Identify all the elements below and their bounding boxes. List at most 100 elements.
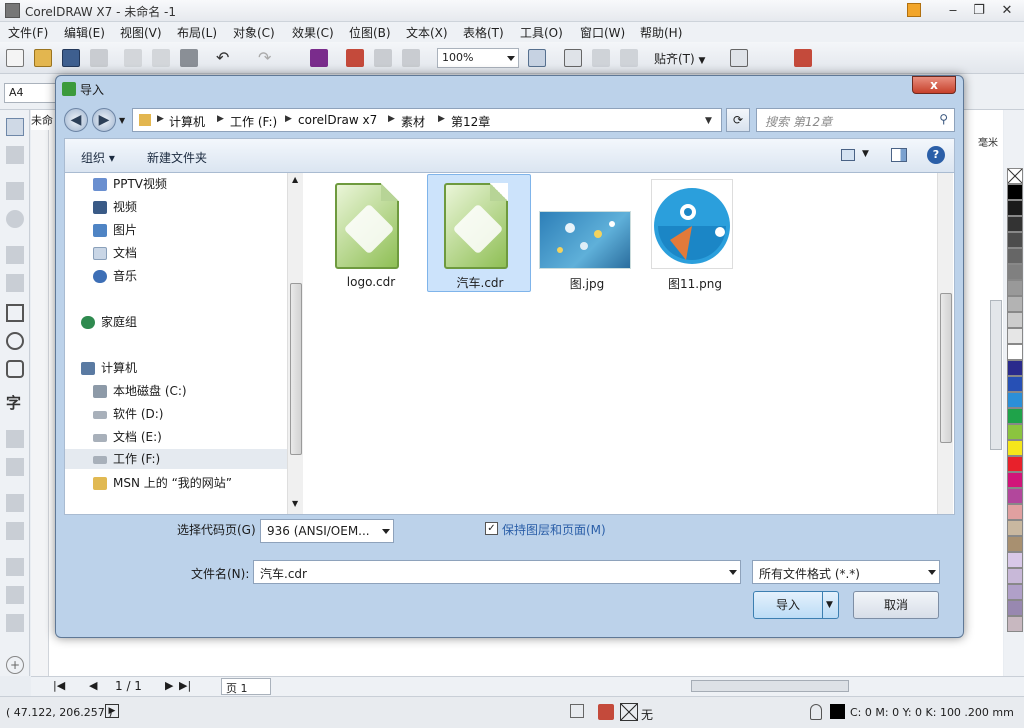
scroll-down-icon[interactable]: ▼	[292, 499, 298, 508]
nav-item-pictures[interactable]: 图片	[93, 220, 137, 240]
page-size-select[interactable]: A4	[4, 83, 56, 103]
navigation-scrollbar[interactable]: ▲ ▼	[287, 173, 303, 514]
color-swatch[interactable]	[1007, 568, 1023, 584]
color-swatch[interactable]	[1007, 280, 1023, 296]
color-swatch[interactable]	[1007, 264, 1023, 280]
breadcrumb-coreldraw-x7[interactable]: corelDraw x7	[298, 113, 377, 127]
address-bar[interactable]: ▶ 计算机 ▶ 工作 (F:) ▶ corelDraw x7 ▶ 素材 ▶ 第1…	[132, 108, 722, 132]
print-icon[interactable]	[90, 49, 108, 67]
cancel-button[interactable]: 取消	[853, 591, 939, 619]
import-options-dropdown-icon[interactable]: ▼	[826, 592, 833, 618]
color-eyedropper-tool-icon[interactable]	[6, 558, 24, 576]
redo-icon[interactable]: ↷	[258, 49, 276, 67]
page-tab[interactable]: 页 1	[221, 678, 271, 695]
nav-item-documents[interactable]: 文档	[93, 243, 137, 263]
updates-icon[interactable]	[907, 3, 921, 17]
recent-locations-icon[interactable]: ▼	[119, 116, 125, 125]
zoom-level-select[interactable]: 100%	[437, 48, 519, 68]
new-folder-button[interactable]: 新建文件夹	[147, 149, 207, 166]
chevron-down-icon[interactable]	[729, 570, 737, 575]
paste-icon[interactable]	[180, 49, 198, 67]
pick-tool-icon[interactable]	[6, 118, 24, 136]
scrollbar-thumb[interactable]	[940, 293, 952, 443]
vertical-ruler[interactable]	[31, 130, 49, 676]
color-swatch[interactable]	[1007, 296, 1023, 312]
keep-layers-checkbox[interactable]: ✓	[485, 522, 498, 535]
breadcrumb-materials[interactable]: 素材	[401, 113, 425, 130]
menu-tools[interactable]: 工具(O)	[520, 24, 563, 41]
rectangle-tool-icon[interactable]	[6, 304, 24, 322]
grid-icon[interactable]	[592, 49, 610, 67]
color-swatch[interactable]	[1007, 504, 1023, 520]
menu-edit[interactable]: 编辑(E)	[64, 24, 105, 41]
file-item[interactable]: 图.jpg	[535, 179, 639, 295]
document-tab[interactable]: 未命	[31, 112, 55, 130]
file-list-scrollbar[interactable]	[937, 173, 953, 514]
publish-pdf-icon[interactable]	[402, 49, 420, 67]
menu-help[interactable]: 帮助(H)	[640, 24, 682, 41]
connector-tool-icon[interactable]	[6, 458, 24, 476]
nav-item-drive-f[interactable]: 工作 (F:)	[65, 449, 287, 469]
menu-window[interactable]: 窗口(W)	[580, 24, 625, 41]
color-swatch[interactable]	[1007, 488, 1023, 504]
file-item-selected[interactable]: 汽车.cdr	[427, 174, 531, 292]
scrollbar-thumb[interactable]	[290, 283, 302, 455]
breadcrumb-computer[interactable]: 计算机	[169, 113, 205, 130]
snap-to-menu[interactable]: 贴齐(T) ▼	[654, 50, 705, 67]
file-type-select[interactable]: 所有文件格式 (*.*)	[752, 560, 940, 584]
drop-shadow-tool-icon[interactable]	[6, 494, 24, 512]
color-swatch[interactable]	[1007, 536, 1023, 552]
organize-button[interactable]: 组织 ▾	[81, 149, 115, 166]
filename-input[interactable]: 汽车.cdr	[253, 560, 741, 584]
color-swatch[interactable]	[1007, 552, 1023, 568]
dialog-close-button[interactable]: x	[912, 76, 956, 94]
color-swatch[interactable]	[1007, 424, 1023, 440]
color-swatch[interactable]	[1007, 456, 1023, 472]
color-swatch[interactable]	[1007, 248, 1023, 264]
menu-text[interactable]: 文本(X)	[406, 24, 448, 41]
next-page-icon[interactable]: ▶	[165, 679, 173, 692]
crop-tool-icon[interactable]	[6, 182, 24, 200]
keep-layers-label[interactable]: 保持图层和页面(M)	[502, 521, 606, 538]
canvas-vertical-scrollbar[interactable]	[990, 300, 1002, 450]
restore-icon[interactable]: ❐	[968, 2, 990, 19]
color-swatch[interactable]	[1007, 520, 1023, 536]
save-icon[interactable]	[62, 49, 80, 67]
interactive-fill-tool-icon[interactable]	[6, 586, 24, 604]
freehand-tool-icon[interactable]	[6, 246, 24, 264]
cut-icon[interactable]	[124, 49, 142, 67]
add-tool-icon[interactable]: +	[6, 656, 24, 674]
view-options-icon[interactable]: ▼	[862, 149, 869, 159]
full-screen-icon[interactable]	[528, 49, 546, 67]
polygon-tool-icon[interactable]	[6, 360, 24, 378]
menu-layout[interactable]: 布局(L)	[177, 24, 217, 41]
shape-tool-icon[interactable]	[6, 146, 24, 164]
copy-icon[interactable]	[152, 49, 170, 67]
color-swatch[interactable]	[1007, 472, 1023, 488]
color-swatch[interactable]	[1007, 376, 1023, 392]
color-swatch[interactable]	[1007, 600, 1023, 616]
welcome-screen-icon[interactable]	[730, 49, 748, 67]
color-swatch[interactable]	[1007, 312, 1023, 328]
nav-item-drive-c[interactable]: 本地磁盘 (C:)	[93, 381, 187, 401]
address-dropdown-icon[interactable]: ▼	[705, 116, 712, 126]
back-icon[interactable]: ◀	[64, 108, 88, 132]
breadcrumb-chapter-12[interactable]: 第12章	[451, 113, 490, 130]
preview-pane-icon[interactable]	[891, 148, 907, 162]
color-swatch[interactable]	[1007, 360, 1023, 376]
color-swatch[interactable]	[1007, 232, 1023, 248]
smart-fill-tool-icon[interactable]	[6, 614, 24, 632]
color-swatch[interactable]	[1007, 344, 1023, 360]
fill-bucket-icon[interactable]	[598, 704, 614, 720]
scroll-up-icon[interactable]: ▲	[292, 175, 298, 184]
parallel-dimension-tool-icon[interactable]	[6, 430, 24, 448]
open-folder-icon[interactable]	[34, 49, 52, 67]
text-tool-icon[interactable]: 字	[6, 394, 24, 412]
change-view-icon[interactable]	[841, 149, 855, 161]
color-swatch[interactable]	[1007, 328, 1023, 344]
refresh-icon[interactable]: ⟳	[726, 108, 750, 132]
no-color-swatch[interactable]	[1007, 168, 1023, 184]
color-proofing-icon[interactable]	[570, 704, 584, 718]
menu-object[interactable]: 对象(C)	[233, 24, 275, 41]
application-launcher-icon[interactable]	[794, 49, 812, 67]
